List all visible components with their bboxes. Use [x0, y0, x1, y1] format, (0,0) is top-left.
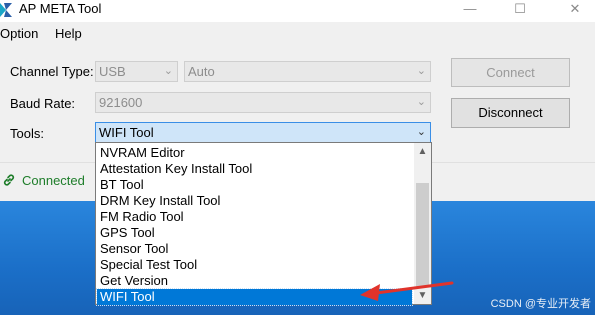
title-bar[interactable]: AP META Tool — ☐ ✕ [0, 0, 595, 22]
app-logo-icon [0, 3, 12, 17]
channel-type-value: USB [99, 64, 126, 79]
disconnect-button[interactable]: Disconnect [451, 98, 570, 128]
list-item[interactable]: BT Tool [97, 177, 412, 193]
chevron-down-icon: ⌄ [416, 126, 426, 138]
tools-label: Tools: [10, 126, 44, 141]
list-item[interactable]: GPS Tool [97, 225, 412, 241]
scrollbar-thumb[interactable] [416, 183, 429, 287]
list-item[interactable]: Sensor Tool [97, 241, 412, 257]
tools-select[interactable]: WIFI Tool ⌄ [95, 122, 431, 143]
menu-option[interactable]: Option [0, 26, 38, 41]
list-item[interactable]: Attestation Key Install Tool [97, 161, 412, 177]
link-icon [3, 174, 15, 186]
close-button[interactable]: ✕ [560, 0, 590, 18]
dropdown-scrollbar[interactable]: ▲ ▼ [414, 143, 431, 304]
list-item[interactable]: Special Test Tool [97, 257, 412, 273]
channel-type-select[interactable]: USB ⌄ [95, 61, 178, 82]
list-item[interactable]: DRM Key Install Tool [97, 193, 412, 209]
list-item[interactable]: Get Version [97, 273, 412, 289]
chevron-up-icon[interactable]: ▲ [414, 143, 431, 160]
watermark: CSDN @专业开发者 [490, 298, 591, 310]
tools-dropdown-list: NVRAM Editor Attestation Key Install Too… [95, 142, 432, 306]
maximize-button[interactable]: ☐ [505, 0, 535, 18]
list-item[interactable]: NVRAM Editor [97, 145, 412, 161]
window-title: AP META Tool [19, 1, 102, 16]
chevron-down-icon: ⌄ [163, 65, 173, 77]
channel-mode-select[interactable]: Auto ⌄ [184, 61, 431, 82]
menu-help[interactable]: Help [55, 26, 82, 41]
chevron-down-icon[interactable]: ▼ [414, 287, 431, 304]
connect-button[interactable]: Connect [451, 58, 570, 87]
tools-value: WIFI Tool [99, 125, 154, 140]
connection-status: Connected [22, 173, 85, 188]
baud-rate-value: 921600 [99, 95, 143, 110]
minimize-button[interactable]: — [455, 0, 485, 18]
channel-type-label: Channel Type: [10, 64, 94, 79]
chevron-down-icon: ⌄ [416, 96, 426, 108]
channel-mode-value: Auto [188, 64, 215, 79]
list-item-selected[interactable]: WIFI Tool [96, 288, 413, 306]
list-item[interactable]: FM Radio Tool [97, 209, 412, 225]
baud-rate-label: Baud Rate: [10, 96, 76, 111]
chevron-down-icon: ⌄ [416, 65, 426, 77]
baud-rate-select[interactable]: 921600 ⌄ [95, 92, 431, 113]
